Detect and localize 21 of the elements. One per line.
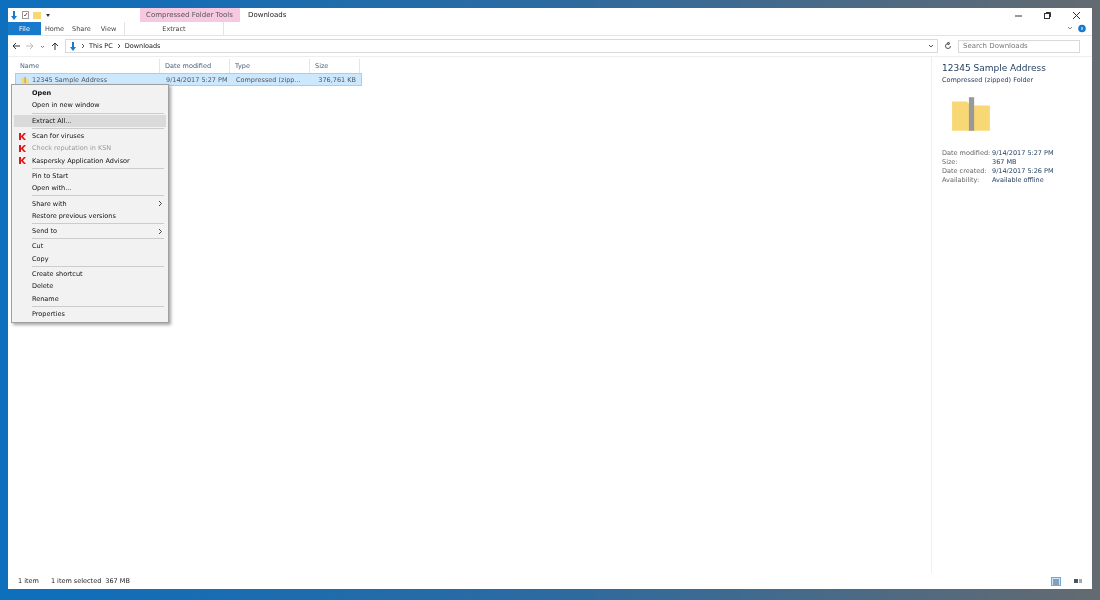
chevron-right-icon: [158, 227, 163, 235]
chevron-right-icon: [158, 200, 163, 207]
k-logo-icon: [19, 144, 26, 152]
help-icon[interactable]: [1078, 22, 1086, 35]
details-view-icon[interactable]: [1051, 576, 1061, 586]
close-icon[interactable]: [1073, 11, 1080, 19]
k-logo-icon: [19, 132, 26, 140]
back-arrow-icon[interactable]: [12, 42, 20, 50]
refresh-icon[interactable]: [944, 42, 952, 50]
download-arrow-icon: [69, 41, 77, 51]
up-arrow-icon[interactable]: [51, 42, 59, 50]
k-logo-icon: [19, 157, 26, 165]
large-icons-view-icon[interactable]: [1073, 576, 1082, 586]
restore-icon[interactable]: [1044, 11, 1051, 19]
chevron-down-icon[interactable]: [928, 43, 934, 49]
chevron-right-icon[interactable]: [81, 43, 85, 49]
caret-icon[interactable]: [45, 12, 51, 18]
chevron-right-icon[interactable]: [116, 43, 121, 49]
details-title: 12345 Sample Address: [942, 63, 1047, 73]
download-arrow-icon[interactable]: [10, 10, 18, 20]
properties-icon[interactable]: [22, 11, 29, 19]
